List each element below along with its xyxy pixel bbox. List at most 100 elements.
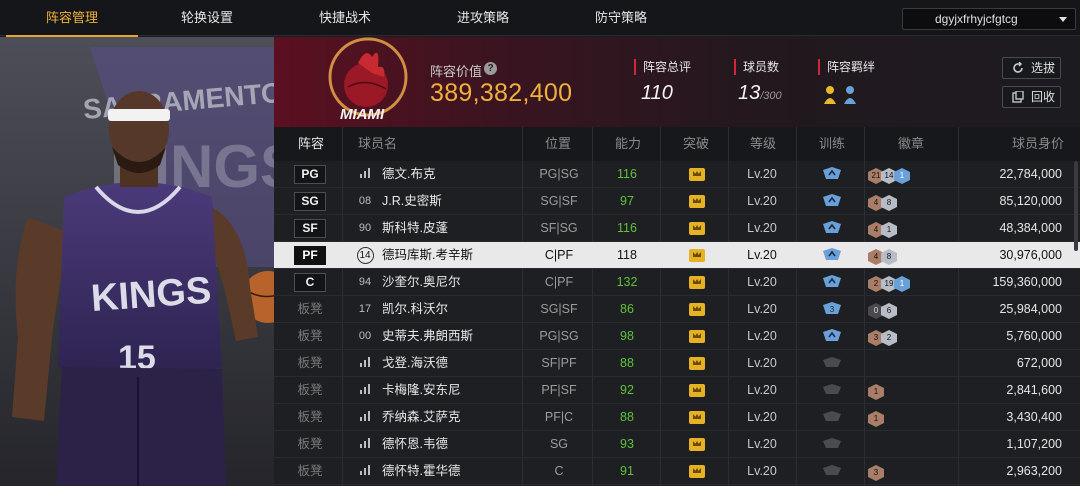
col-player-value[interactable]: 球员身价 [1012, 127, 1064, 161]
help-icon[interactable]: ? [484, 62, 497, 75]
table-row[interactable]: PG 德文.布克 PG|SG 116 Lv.20 21 14 1 22,784,000 [274, 161, 1080, 188]
table-row[interactable]: SG 08 J.R.史密斯 SG|SF 97 Lv.20 4 8 85,120,000 [274, 188, 1080, 215]
training-shield-empty-icon[interactable] [821, 404, 843, 430]
training-shield-icon[interactable] [821, 161, 843, 187]
table-row[interactable]: C 94 沙奎尔.奥尼尔 C|PF 132 Lv.20 2 19 1 159,360,000 [274, 269, 1080, 296]
player-ability: 116 [617, 167, 637, 181]
badge-list[interactable]: 06 [868, 296, 897, 322]
col-training[interactable]: 训练 [819, 127, 845, 161]
breakthrough-crown-icon[interactable] [684, 188, 710, 214]
breakthrough-crown-icon[interactable] [684, 350, 710, 376]
training-shield-icon[interactable] [821, 323, 843, 349]
breakthrough-crown-icon[interactable] [684, 323, 710, 349]
table-row[interactable]: 板凳 德怀特.霍华德 C 91 Lv.20 3 2,963,200 [274, 458, 1080, 485]
lineup-slot[interactable]: C [294, 269, 326, 295]
training-shield-empty-icon[interactable] [821, 431, 843, 457]
recycle-button[interactable]: 回收 [1002, 86, 1061, 108]
training-shield-icon[interactable]: 3 [821, 296, 843, 322]
badge-list[interactable]: 1 [868, 377, 884, 403]
training-shield-icon[interactable] [821, 188, 843, 214]
draft-button[interactable]: 选拔 [1002, 57, 1061, 79]
lineup-slot-badge[interactable]: PG [294, 165, 326, 184]
training-shield-empty-icon[interactable] [821, 350, 843, 376]
lineup-slot[interactable]: 板凳 [294, 458, 326, 484]
lineup-slot[interactable]: 板凳 [294, 404, 326, 430]
badge-list[interactable]: 1 [868, 404, 884, 430]
player-level: Lv.20 [747, 167, 777, 181]
breakthrough-crown-icon[interactable] [684, 161, 710, 187]
tab-lineup-management[interactable]: 阵容管理 [6, 0, 138, 37]
bond-icons[interactable] [822, 84, 872, 106]
lineup-slot[interactable]: 板凳 [294, 323, 326, 349]
lineup-bond-label: 阵容羁绊 [818, 59, 875, 75]
player-value: 3,430,400 [1006, 410, 1062, 424]
table-row[interactable]: 板凳 17 凯尔.科沃尔 SG|SF 86 Lv.20 3 0 6 25,984,000 [274, 296, 1080, 323]
breakthrough-crown-icon[interactable] [684, 296, 710, 322]
badge-list[interactable]: 41 [868, 215, 897, 241]
col-breakthrough[interactable]: 突破 [683, 127, 709, 161]
breakthrough-crown-icon[interactable] [684, 404, 710, 430]
col-lineup[interactable]: 阵容 [298, 127, 324, 161]
col-ability[interactable]: 能力 [615, 127, 641, 161]
table-row[interactable]: 板凳 乔纳森.艾萨克 PF|C 88 Lv.20 1 3,430,400 [274, 404, 1080, 431]
scrollbar[interactable] [1074, 161, 1078, 251]
lineup-slot[interactable]: 板凳 [294, 296, 326, 322]
badge-list[interactable]: 48 [868, 188, 897, 214]
lineup-slot[interactable]: PF [294, 242, 326, 268]
col-position[interactable]: 位置 [545, 127, 571, 161]
player-value: 2,841,600 [1006, 383, 1062, 397]
col-badges[interactable]: 徽章 [898, 127, 924, 161]
lineup-slot-badge[interactable]: SG [294, 192, 326, 211]
lineup-slot[interactable]: SF [294, 215, 326, 241]
badge-list[interactable]: 32 [868, 323, 897, 349]
table-row[interactable]: SF 90 斯科特.皮蓬 SF|SG 116 Lv.20 4 1 48,384,000 [274, 215, 1080, 242]
table-row[interactable]: PF 14 德玛库斯.考辛斯 C|PF 118 Lv.20 4 8 30,976,000 [274, 242, 1080, 269]
badge-list[interactable]: 3 [868, 458, 884, 484]
lineup-value-label: 阵容价值 [430, 64, 483, 79]
training-shield-icon[interactable] [821, 242, 843, 268]
training-shield-empty-icon[interactable] [821, 458, 843, 484]
breakthrough-crown-icon[interactable] [684, 269, 710, 295]
tab-defense-strategy[interactable]: 防守策略 [558, 0, 684, 36]
lineup-rating: 110 [641, 82, 673, 104]
recycle-icon [1012, 91, 1024, 103]
col-level[interactable]: 等级 [750, 127, 776, 161]
col-player-name[interactable]: 球员名 [358, 127, 397, 161]
tab-offense-strategy[interactable]: 进攻策略 [420, 0, 546, 36]
player-name: 德文.布克 [382, 167, 436, 181]
badge-list[interactable]: 48 [868, 242, 897, 268]
player-level: Lv.20 [747, 437, 777, 451]
lineup-slot-badge[interactable]: SF [294, 219, 326, 238]
lineup-slot[interactable]: 板凳 [294, 377, 326, 403]
lineup-slot-badge[interactable]: PF [294, 246, 326, 265]
jersey-number [356, 404, 374, 430]
breakthrough-crown-icon[interactable] [684, 242, 710, 268]
player-level: Lv.20 [747, 383, 777, 397]
badge-list[interactable]: 21 14 1 [868, 161, 910, 187]
table-row[interactable]: 板凳 德怀恩.韦德 SG 93 Lv.20 1,107,200 [274, 431, 1080, 458]
lineup-slot[interactable]: SG [294, 188, 326, 214]
training-shield-empty-icon[interactable] [821, 377, 843, 403]
player-level: Lv.20 [747, 329, 777, 343]
lineup-value: 389,382,400 [430, 79, 573, 107]
lineup-slot[interactable]: 板凳 [294, 431, 326, 457]
player-position: PF|C [544, 410, 574, 424]
lineup-slot-badge[interactable]: C [294, 273, 326, 292]
account-dropdown[interactable]: dgyjxfrhyjcfgtcg [902, 8, 1076, 30]
table-row[interactable]: 板凳 戈登.海沃德 SF|PF 88 Lv.20 672,000 [274, 350, 1080, 377]
breakthrough-crown-icon[interactable] [684, 377, 710, 403]
training-shield-icon[interactable] [821, 215, 843, 241]
tab-rotation-settings[interactable]: 轮换设置 [144, 0, 270, 36]
tab-quick-tactics[interactable]: 快捷战术 [282, 0, 408, 36]
table-row[interactable]: 板凳 00 史蒂夫.弗朗西斯 PG|SG 98 Lv.20 3 2 5,760,000 [274, 323, 1080, 350]
account-name: dgyjxfrhyjcfgtcg [935, 12, 1018, 26]
table-row[interactable]: 板凳 卡梅隆.安东尼 PF|SF 92 Lv.20 1 2,841,600 [274, 377, 1080, 404]
badge-list[interactable]: 2 19 1 [868, 269, 910, 295]
lineup-slot[interactable]: PG [294, 161, 326, 187]
breakthrough-crown-icon[interactable] [684, 215, 710, 241]
breakthrough-crown-icon[interactable] [684, 458, 710, 484]
breakthrough-crown-icon[interactable] [684, 431, 710, 457]
lineup-slot[interactable]: 板凳 [294, 350, 326, 376]
training-shield-icon[interactable] [821, 269, 843, 295]
player-value: 30,976,000 [999, 248, 1062, 262]
